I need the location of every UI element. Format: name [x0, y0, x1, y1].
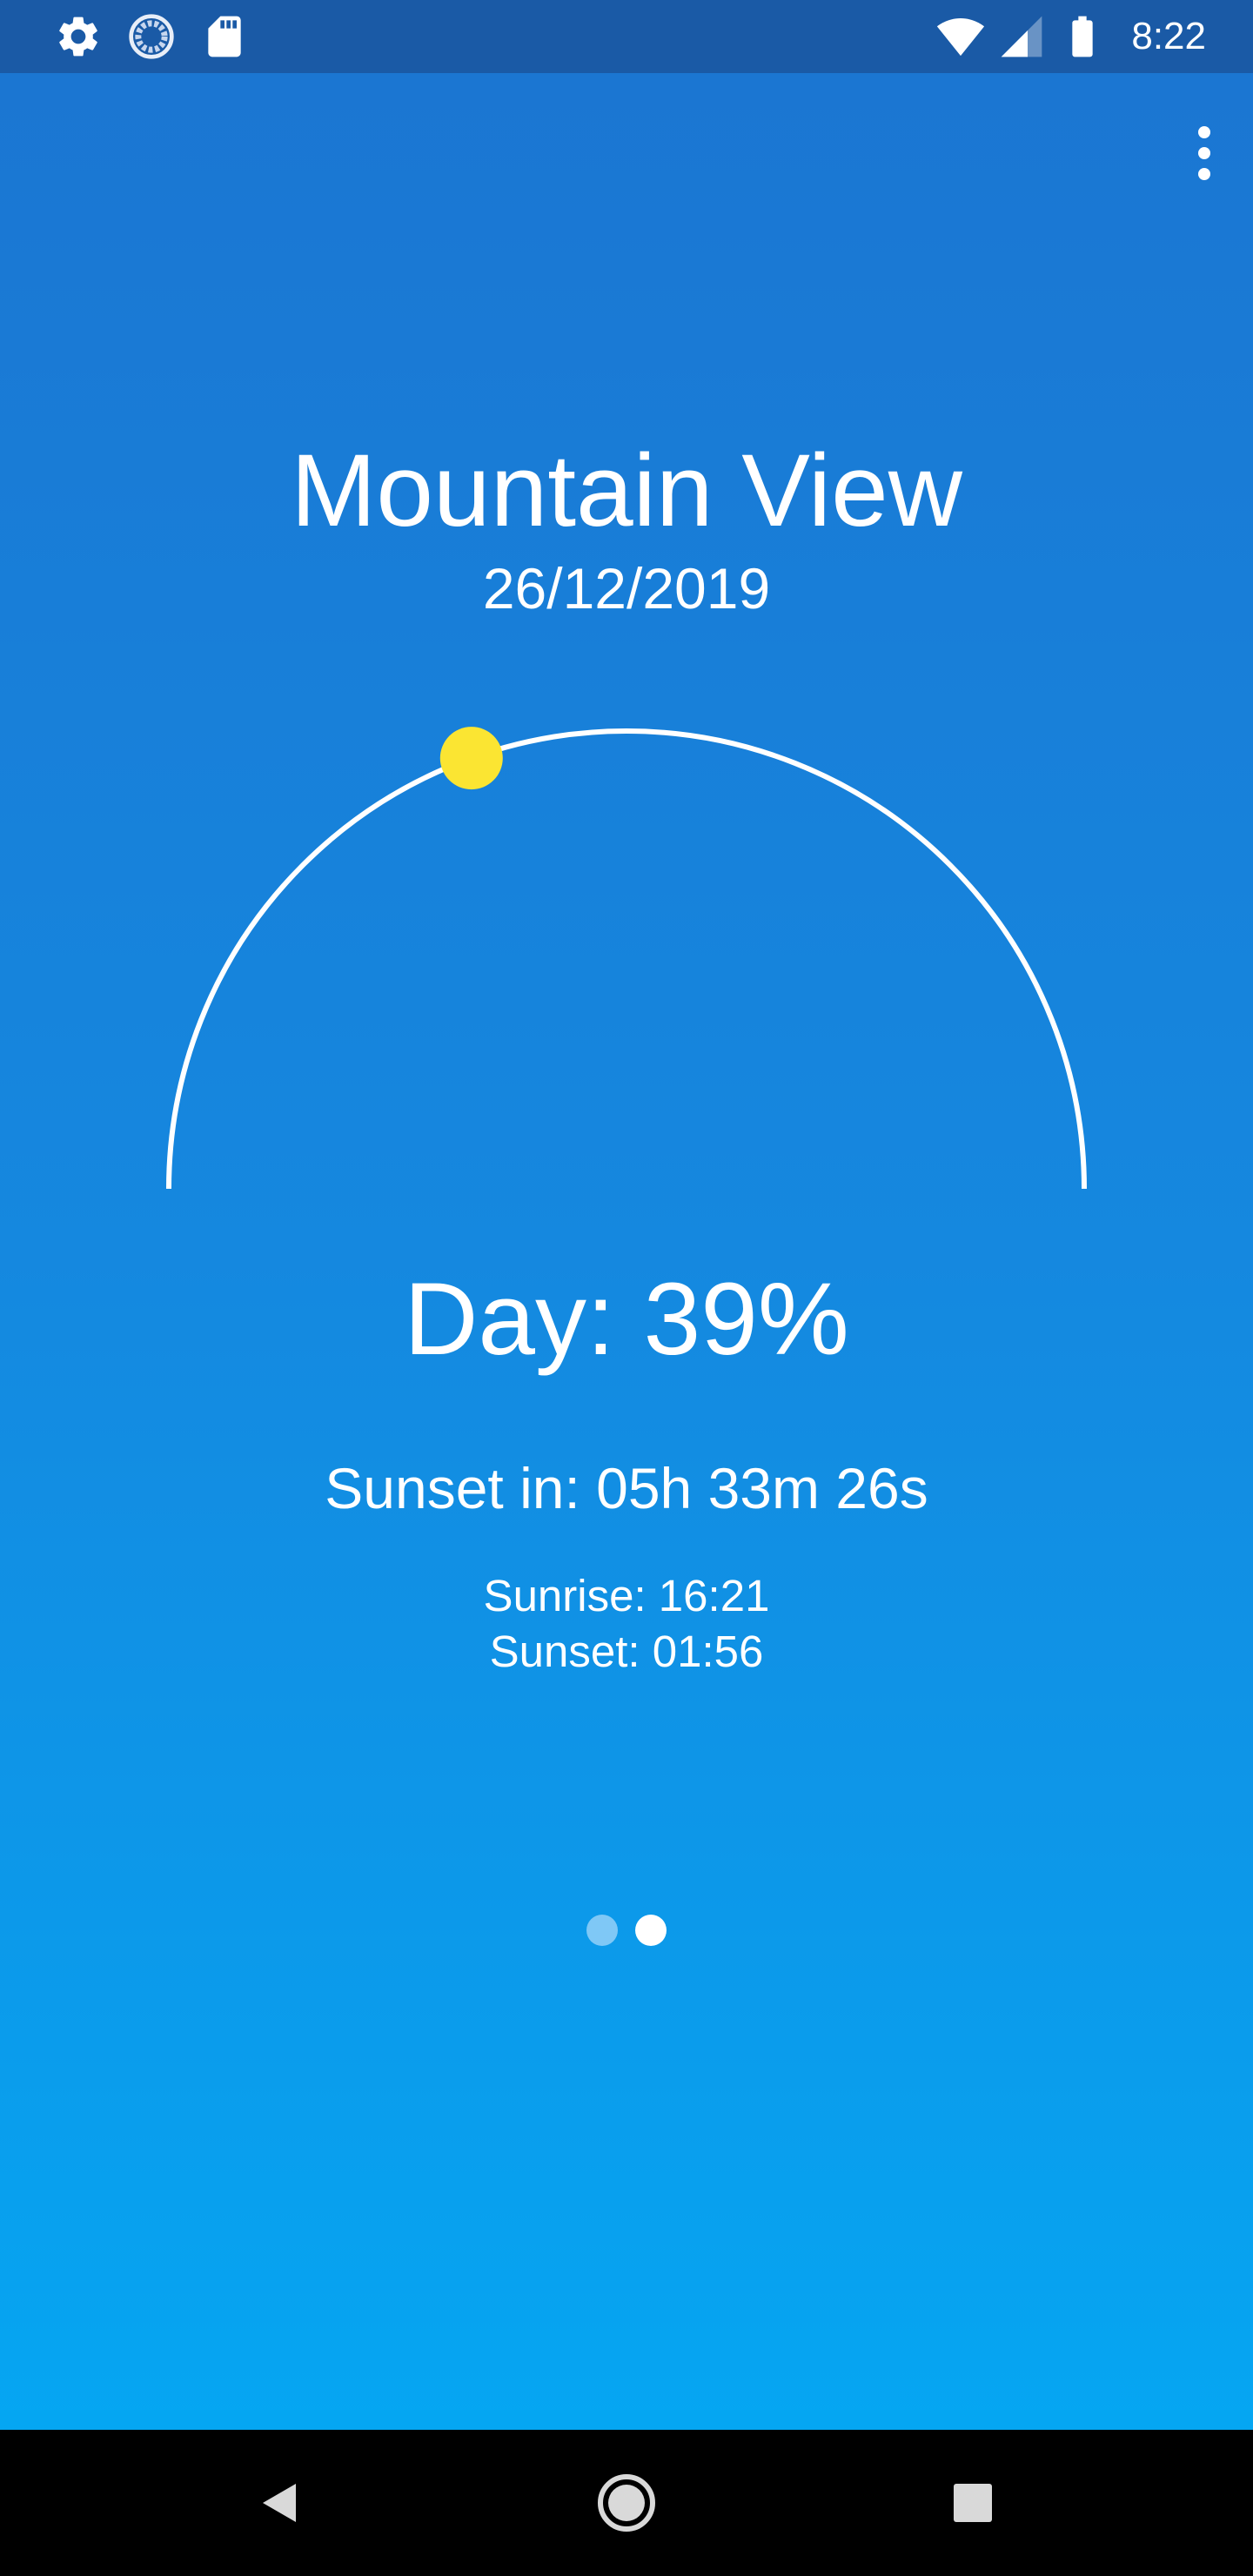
page-indicator [0, 1915, 1253, 1949]
sunset-time: Sunset: 01:56 [489, 1627, 764, 1676]
sd-card-icon [208, 16, 241, 57]
page-dot-2[interactable] [635, 1915, 667, 1946]
back-icon [263, 2484, 296, 2522]
navigation-bar [0, 2430, 1253, 2576]
settings-icon [59, 17, 97, 57]
recents-button[interactable] [931, 2461, 1015, 2545]
sun-position-marker [439, 727, 503, 790]
sun-times: Sunrise: 16:21 Sunset: 01:56 [0, 1568, 1253, 1680]
sunrise-time: Sunrise: 16:21 [483, 1571, 770, 1620]
home-icon [598, 2474, 655, 2532]
battery-icon [1072, 16, 1093, 57]
day-percentage: Day: 39% [404, 1262, 849, 1377]
app-content: Mountain View 26/12/2019 Day: 39% Sunset… [0, 73, 1253, 2430]
page-dot-1[interactable] [586, 1915, 618, 1946]
sun-path-chart [166, 727, 1087, 1190]
cell-signal-icon [1001, 16, 1042, 57]
home-button[interactable] [585, 2461, 668, 2545]
back-button[interactable] [237, 2461, 320, 2545]
status-time: 8:22 [1131, 15, 1206, 57]
sync-icon [129, 14, 174, 59]
sunset-countdown: Sunset in: 05h 33m 26s [325, 1456, 928, 1520]
wifi-icon [936, 18, 985, 57]
status-bar: 8:22 [0, 0, 1253, 73]
sun-path-arc [166, 728, 1087, 1190]
recents-icon [954, 2484, 992, 2522]
